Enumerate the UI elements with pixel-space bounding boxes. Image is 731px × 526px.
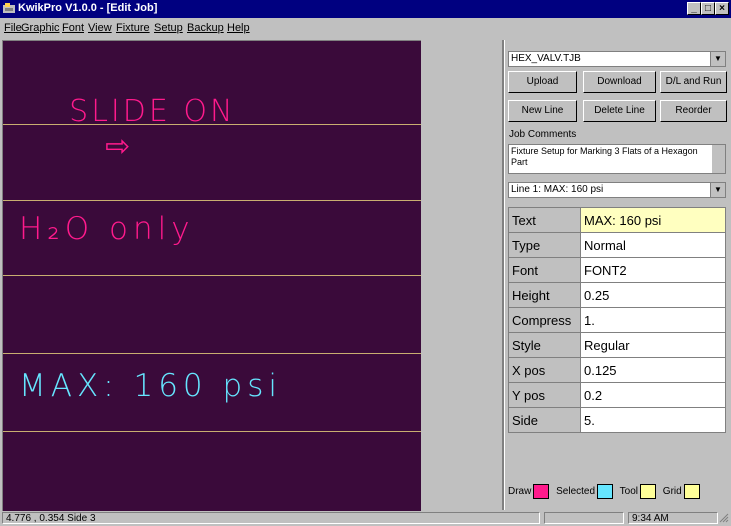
- minimize-button[interactable]: _: [687, 2, 701, 15]
- prop-value[interactable]: Normal: [580, 232, 726, 258]
- job-file-value: HEX_VALV.TJB: [511, 53, 581, 64]
- job-comments-text: Fixture Setup for Marking 3 Flats of a H…: [511, 146, 698, 167]
- menu-file[interactable]: File: [4, 22, 22, 34]
- legend-selected-label: Selected: [556, 486, 596, 498]
- line-properties-grid: Text MAX: 160 psi Type Normal Font FONT2 He…: [508, 207, 726, 433]
- menu-help[interactable]: Help: [227, 22, 250, 34]
- prop-key: Height: [508, 282, 581, 308]
- legend-draw-label: Draw: [508, 486, 532, 498]
- canvas-margin: [421, 40, 502, 510]
- window-title: KwikPro V1.0.0 - [Edit Job]: [18, 2, 158, 14]
- download-button[interactable]: Download: [583, 71, 656, 93]
- prop-value[interactable]: Regular: [580, 332, 726, 358]
- job-panel: HEX_VALV.TJB ▼ Upload Download D/L and R…: [505, 40, 729, 510]
- line-select[interactable]: Line 1: MAX: 160 psi ▼: [508, 182, 726, 198]
- resize-grip-icon[interactable]: [719, 513, 729, 523]
- selected-color-swatch[interactable]: [597, 484, 614, 499]
- comments-scrollbar[interactable]: [712, 145, 725, 173]
- prop-key: Compress: [508, 307, 581, 333]
- prop-key: X pos: [508, 357, 581, 383]
- menu-font[interactable]: Font: [62, 22, 84, 34]
- grid-line: [3, 124, 421, 125]
- legend-grid-label: Grid: [662, 486, 682, 498]
- prop-key: Text: [508, 207, 581, 233]
- menu-graphic[interactable]: Graphic: [21, 22, 60, 34]
- right-arrow-icon: ⇨: [105, 129, 134, 164]
- chevron-down-icon[interactable]: ▼: [710, 183, 725, 197]
- prop-value[interactable]: FONT2: [580, 257, 726, 283]
- status-blank: [544, 512, 624, 524]
- prop-value[interactable]: 5.: [580, 407, 726, 433]
- prop-key: Type: [508, 232, 581, 258]
- prop-row-side[interactable]: Side 5.: [508, 407, 726, 433]
- prop-row-ypos[interactable]: Y pos 0.2: [508, 382, 726, 408]
- reorder-button[interactable]: Reorder: [660, 100, 727, 122]
- chevron-down-icon[interactable]: ▼: [710, 52, 725, 66]
- line-select-value: Line 1: MAX: 160 psi: [511, 184, 604, 195]
- prop-row-xpos[interactable]: X pos 0.125: [508, 357, 726, 383]
- menu-view[interactable]: View: [88, 22, 112, 34]
- grid-line: [3, 200, 421, 201]
- job-file-select[interactable]: HEX_VALV.TJB ▼: [508, 51, 726, 67]
- prop-key: Side: [508, 407, 581, 433]
- prop-key: Style: [508, 332, 581, 358]
- canvas-line-h2o[interactable]: H₂O only: [19, 211, 195, 247]
- download-and-run-button[interactable]: D/L and Run: [660, 71, 727, 93]
- job-comments-label: Job Comments: [509, 129, 577, 140]
- color-legend: Draw Selected Tool Grid: [508, 484, 704, 499]
- upload-button[interactable]: Upload: [508, 71, 577, 93]
- app-icon: [3, 3, 15, 13]
- prop-row-height[interactable]: Height 0.25: [508, 282, 726, 308]
- menu-fixture[interactable]: Fixture: [116, 22, 150, 34]
- prop-row-compress[interactable]: Compress 1.: [508, 307, 726, 333]
- tool-color-swatch[interactable]: [640, 484, 657, 499]
- canvas-line-max-psi[interactable]: MAX: 160 psi: [19, 368, 282, 404]
- status-clock: 9:34 AM: [628, 512, 718, 524]
- prop-value[interactable]: 1.: [580, 307, 726, 333]
- canvas-line-slide-on[interactable]: SLIDE ON ⇨: [19, 59, 235, 199]
- grid-line: [3, 275, 421, 276]
- draw-color-swatch[interactable]: [533, 484, 550, 499]
- prop-key: Y pos: [508, 382, 581, 408]
- menu-bar: File Graphic Font View Fixture Setup Bac…: [0, 18, 731, 38]
- prop-row-text[interactable]: Text MAX: 160 psi: [508, 207, 726, 233]
- prop-value[interactable]: 0.25: [580, 282, 726, 308]
- grid-line: [3, 431, 421, 432]
- prop-row-type[interactable]: Type Normal: [508, 232, 726, 258]
- new-line-button[interactable]: New Line: [508, 100, 577, 122]
- grid-line: [3, 353, 421, 354]
- status-bar: 4.776 , 0.354 Side 3 9:34 AM: [0, 511, 731, 525]
- menu-setup[interactable]: Setup: [154, 22, 183, 34]
- grid-color-swatch[interactable]: [683, 484, 700, 499]
- prop-row-style[interactable]: Style Regular: [508, 332, 726, 358]
- maximize-button[interactable]: □: [701, 2, 715, 15]
- marking-canvas[interactable]: SLIDE ON ⇨ H₂O only MAX: 160 psi: [2, 40, 421, 511]
- job-comments-field[interactable]: Fixture Setup for Marking 3 Flats of a H…: [508, 144, 726, 174]
- prop-row-font[interactable]: Font FONT2: [508, 257, 726, 283]
- menu-backup[interactable]: Backup: [187, 22, 224, 34]
- status-coords: 4.776 , 0.354 Side 3: [2, 512, 540, 524]
- prop-value[interactable]: 0.2: [580, 382, 726, 408]
- prop-value[interactable]: MAX: 160 psi: [580, 207, 726, 233]
- legend-tool-label: Tool: [619, 486, 639, 498]
- title-bar: KwikPro V1.0.0 - [Edit Job] _ □ ×: [0, 0, 731, 18]
- prop-key: Font: [508, 257, 581, 283]
- delete-line-button[interactable]: Delete Line: [583, 100, 656, 122]
- close-button[interactable]: ×: [715, 2, 729, 15]
- prop-value[interactable]: 0.125: [580, 357, 726, 383]
